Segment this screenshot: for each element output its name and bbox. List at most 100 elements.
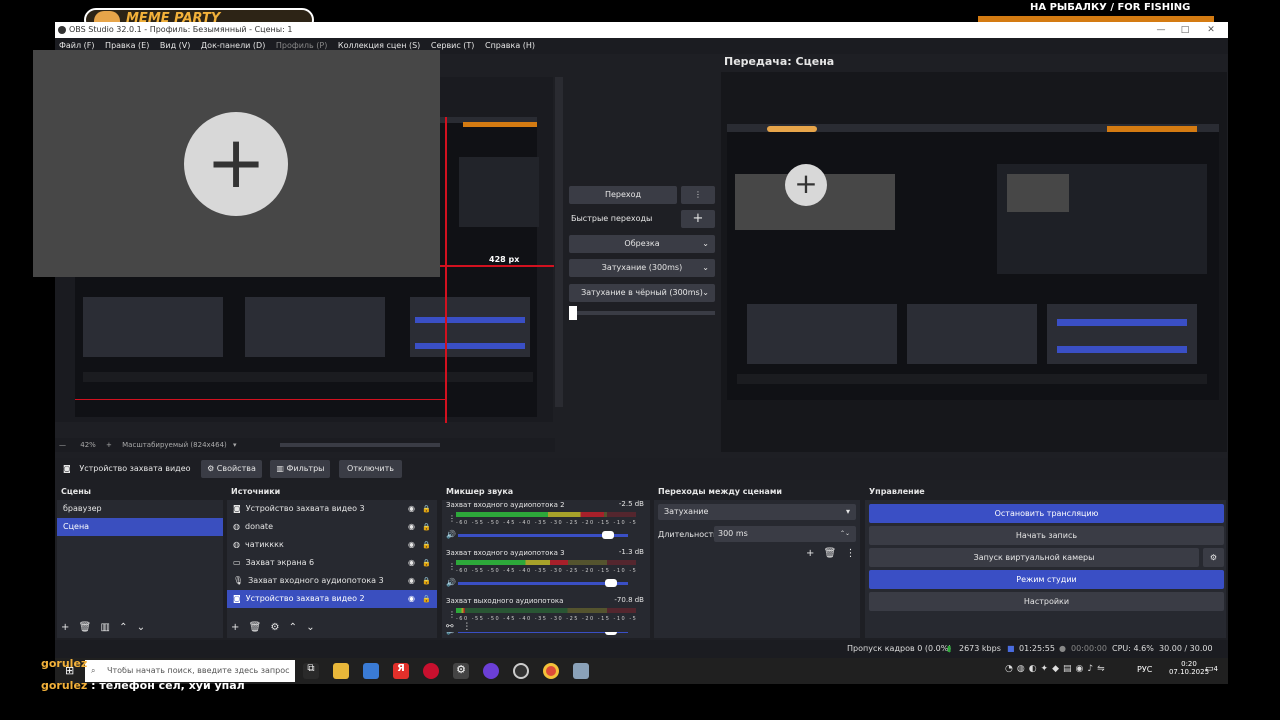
add-icon[interactable]: + [61,622,69,633]
lock-icon[interactable]: 🔒 [422,536,431,554]
eye-icon[interactable]: ◉ [408,536,415,554]
deactivate-button[interactable]: Отключить [339,459,402,478]
source-item[interactable]: ◍ donate ◉ 🔒 [227,518,437,536]
trash-icon[interactable]: 🗑 [79,622,92,633]
app-circle-icon[interactable] [483,663,499,679]
yandex-icon[interactable]: Я [393,663,409,679]
chevron-up-icon[interactable]: ⌃ [119,622,127,633]
lock-icon[interactable]: 🔒 [422,572,431,590]
gear-icon[interactable]: ⚙ [270,622,279,633]
task-view-icon[interactable]: ⧉ [303,663,319,679]
settings-gear-icon[interactable]: ⚙ [453,663,469,679]
menu-icon[interactable]: ⋮ [448,514,456,523]
scale-mode[interactable]: Масштабируемый (824x464) [122,441,227,449]
quick-transition-fade[interactable]: Затухание (300ms) ⌄ [569,259,715,277]
transition-menu-button[interactable]: ⋮ [681,186,715,204]
lock-icon[interactable]: 🔒 [422,590,431,608]
menu-icon[interactable]: ⋮ [448,610,456,619]
sources-title: Источники [227,484,437,500]
store-icon[interactable] [363,663,379,679]
minimize-button[interactable]: — [1149,22,1173,38]
duration-input[interactable]: 300 ms ⌃⌄ [714,526,856,542]
lock-icon[interactable]: 🔒 [422,500,431,518]
channel-db: -70.8 dB [614,596,644,604]
quick-transition-fade-black[interactable]: Затухание в чёрный (300ms) ⌄ [569,284,715,302]
filter-icon[interactable]: ▥ [100,622,109,633]
stop-stream-button[interactable]: Остановить трансляцию [869,504,1224,523]
speaker-icon[interactable]: 🔊 [446,578,456,587]
gear-icon[interactable]: ⚙ [1203,548,1224,567]
properties-button[interactable]: ⚙ Свойства [201,459,262,478]
lock-icon[interactable]: 🔒 [422,518,431,536]
trash-icon[interactable]: 🗑 [824,548,837,559]
selected-source-name: Устройство захвата видео [79,464,191,473]
source-item[interactable]: ◙ Устройство захвата видео 3 ◉ 🔒 [227,500,437,518]
video-capture-placeholder[interactable]: + [33,50,440,277]
speaker-icon[interactable]: 🔊 [446,530,456,539]
sources-footer: + 🗑 ⚙ ⌃ ⌄ [231,622,315,633]
add-icon[interactable]: + [231,622,239,633]
eye-icon[interactable]: ◉ [408,590,415,608]
eye-icon[interactable]: ◉ [408,518,415,536]
filters-button[interactable]: ▥ Фильтры [270,459,331,478]
chevron-down-icon[interactable]: ⌄ [306,622,314,633]
scene-item-selected[interactable]: Сцена [57,518,223,536]
source-item[interactable]: 🎙 Захват входного аудиопотока 3 ◉ 🔒 [227,572,437,590]
eye-icon[interactable]: ◉ [408,572,415,590]
mixer-channels: Захват входного аудиопотока 2 -2.5 dB ⋮ -60… [442,500,650,638]
close-button[interactable]: ✕ [1199,22,1223,38]
source-item[interactable]: ◙ Устройство захвата видео 2 ◉ 🔒 [227,590,437,608]
bounding-box-line [440,265,554,267]
chrome-icon[interactable] [543,663,559,679]
language-indicator[interactable]: РУС [1137,665,1152,674]
lock-icon[interactable]: 🔒 [422,554,431,572]
chevron-down-icon[interactable]: ▾ [233,441,237,449]
program-capture: + [727,124,1219,400]
trash-icon[interactable]: 🗑 [249,622,262,633]
tray-icons[interactable]: ◔◍◐✦◆▤◉♪⇋ [1005,664,1109,674]
t-bar-slider[interactable] [569,311,715,315]
volume-slider[interactable] [458,531,628,539]
opera-icon[interactable] [423,663,439,679]
source-item[interactable]: ▭ Захват экрана 6 ◉ 🔒 [227,554,437,572]
settings-button[interactable]: Настройки [869,592,1224,611]
menu-icon[interactable]: ⋮ [448,562,456,571]
zoom-level[interactable]: 42% [80,441,96,449]
camera-icon: ◙ [233,504,241,513]
chevron-down-icon[interactable]: ⌄ [137,622,145,633]
controls-title: Управление [865,484,1226,500]
eye-icon[interactable]: ◉ [408,500,415,518]
menu-help[interactable]: Справка (H) [481,38,539,54]
source-item[interactable]: ◍ чатикккк ◉ 🔒 [227,536,437,554]
network-app-icon[interactable] [573,663,589,679]
zoom-out-button[interactable]: — [59,441,66,449]
horizontal-scrollbar[interactable] [280,443,440,447]
notification-icon[interactable]: ▭4 [1205,664,1218,674]
source-toolbar: ◙ Устройство захвата видео ⚙ Свойства ▥ … [55,458,1228,480]
obs-icon[interactable] [513,663,529,679]
add-quick-transition-button[interactable]: + [681,210,715,228]
eye-icon[interactable]: ◉ [408,554,415,572]
menu-icon[interactable]: ⋮ [845,548,855,559]
screen: MEME PARTY НА РЫБАЛКУ / FOR FISHING OBS … [0,0,1280,720]
zoom-in-button[interactable]: + [106,441,112,449]
virtual-camera-button[interactable]: Запуск виртуальной камеры [869,548,1199,567]
explorer-icon[interactable] [333,663,349,679]
t-bar-handle[interactable] [569,306,577,320]
volume-slider[interactable] [458,579,628,587]
studio-mode-button[interactable]: Режим студии [869,570,1224,589]
transition-select[interactable]: Затухание ▾ [658,504,856,520]
menu-icon[interactable]: ⋮ [462,622,471,632]
add-icon[interactable]: + [806,548,814,559]
link-icon[interactable]: ⚯ [446,622,454,632]
maximize-button[interactable]: □ [1173,22,1197,38]
transition-button[interactable]: Переход [569,186,677,204]
audio-mixer-dock: Микшер звука Захват входного аудиопотока… [442,484,650,638]
start-record-button[interactable]: Начать запись [869,526,1224,545]
chevron-up-icon[interactable]: ⌃ [289,622,297,633]
volume-slider-handle[interactable] [605,579,617,587]
preview-scrollbar[interactable] [555,77,563,407]
volume-slider-handle[interactable] [601,531,614,539]
quick-transition-cut[interactable]: Обрезка ⌄ [569,235,715,253]
scene-item[interactable]: бравузер [57,500,223,518]
